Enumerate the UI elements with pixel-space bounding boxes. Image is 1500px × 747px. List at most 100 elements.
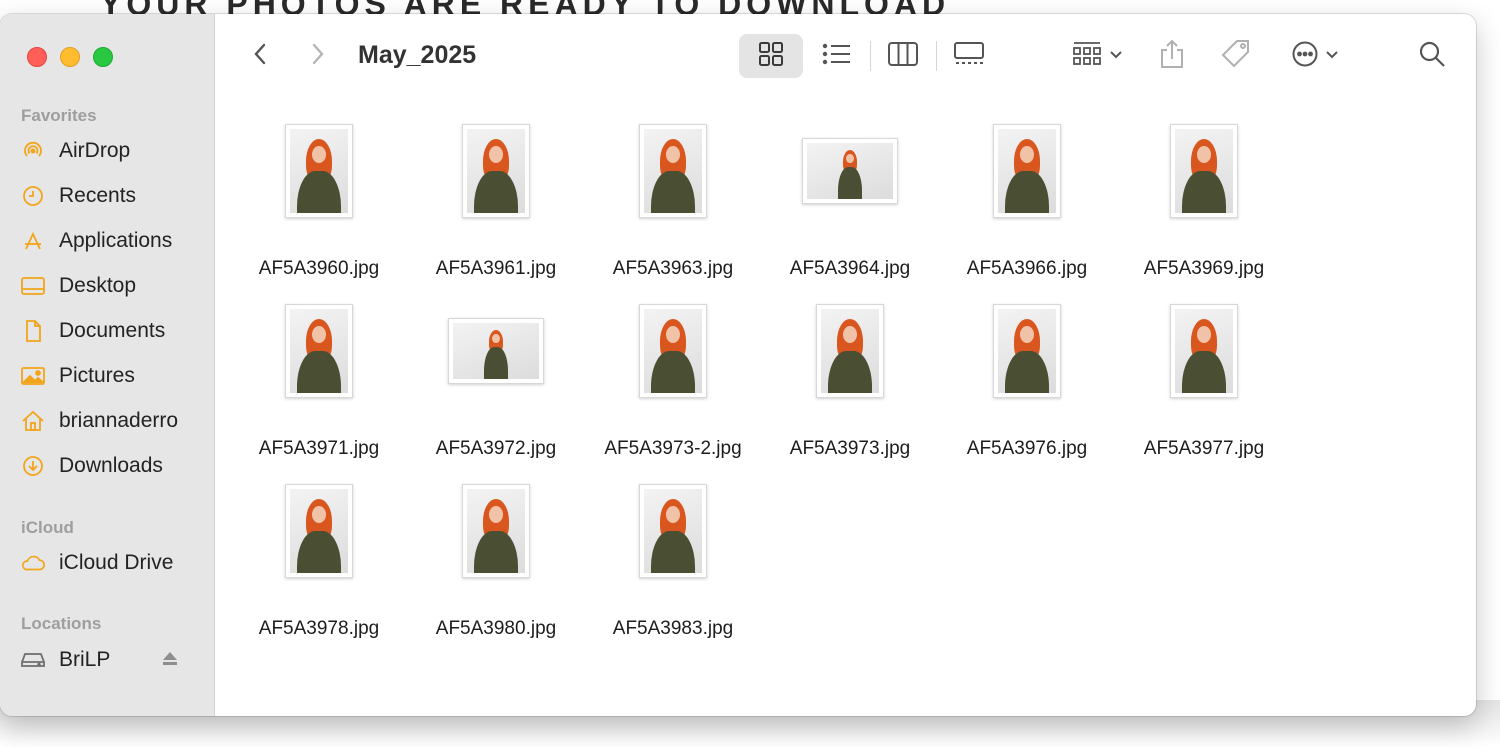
toolbar: May_2025: [216, 14, 1476, 98]
sidebar-item-applications[interactable]: Applications: [20, 225, 206, 257]
file-item[interactable]: AF5A3973-2.jpg: [585, 304, 761, 464]
chevron-down-icon: [1325, 47, 1339, 65]
thumbnail-area: [762, 124, 938, 248]
share-button[interactable]: [1152, 34, 1192, 78]
sidebar-item-home[interactable]: briannaderro: [20, 405, 206, 437]
photo-subject-face: [1020, 326, 1034, 344]
folder-title: May_2025: [358, 41, 477, 69]
eject-icon[interactable]: [160, 650, 180, 673]
thumbnail-area: [585, 124, 761, 248]
file-item[interactable]: AF5A3964.jpg: [762, 124, 938, 284]
photo-preview: [290, 129, 348, 213]
sidebar-item-recents[interactable]: Recents: [20, 180, 206, 212]
pictures-icon: [20, 363, 46, 389]
file-thumbnail: [1170, 304, 1238, 398]
file-thumbnail: [285, 304, 353, 398]
file-name: AF5A3976.jpg: [966, 438, 1088, 459]
file-thumbnail: [285, 484, 353, 578]
minimize-button[interactable]: [60, 47, 80, 67]
file-item[interactable]: AF5A3963.jpg: [585, 124, 761, 284]
thumbnail-area: [231, 304, 407, 428]
tag-button[interactable]: [1216, 34, 1256, 78]
photo-subject-body: [297, 351, 341, 393]
file-thumbnail: [802, 138, 898, 204]
photo-preview: [290, 309, 348, 393]
more-actions-button[interactable]: [1284, 34, 1346, 78]
file-item[interactable]: AF5A3977.jpg: [1116, 304, 1292, 464]
tag-icon: [1220, 38, 1252, 75]
list-view-button[interactable]: [816, 34, 858, 78]
sidebar-item-label: Downloads: [59, 454, 163, 477]
file-item[interactable]: AF5A3983.jpg: [585, 484, 761, 644]
photo-subject-face: [666, 326, 680, 344]
locations-section-title: Locations: [21, 614, 102, 633]
photo-subject-face: [489, 506, 503, 524]
photo-preview: [821, 309, 879, 393]
photo-preview: [290, 489, 348, 573]
columns-icon: [887, 41, 919, 72]
thumbnail-area: [408, 484, 584, 608]
toolbar-separator: [936, 41, 937, 71]
photo-subject-face: [492, 333, 500, 343]
photo-subject-body: [297, 171, 341, 213]
file-item[interactable]: AF5A3973.jpg: [762, 304, 938, 464]
sidebar-item-pictures[interactable]: Pictures: [20, 360, 206, 392]
sidebar-item-documents[interactable]: Documents: [20, 315, 206, 347]
close-button[interactable]: [27, 47, 47, 67]
thumbnail-area: [231, 484, 407, 608]
sidebar-item-label: Applications: [59, 229, 173, 252]
thumbnail-area: [762, 304, 938, 428]
file-name: AF5A3963.jpg: [612, 258, 734, 279]
file-name: AF5A3978.jpg: [258, 618, 380, 639]
file-item[interactable]: AF5A3980.jpg: [408, 484, 584, 644]
chevron-left-icon: [253, 42, 267, 71]
thumbnail-area: [939, 124, 1115, 248]
file-item[interactable]: AF5A3960.jpg: [231, 124, 407, 284]
sidebar-item-airdrop[interactable]: AirDrop: [20, 135, 206, 167]
file-name: AF5A3961.jpg: [435, 258, 557, 279]
sidebar-item-downloads[interactable]: Downloads: [20, 450, 206, 482]
search-button[interactable]: [1412, 34, 1452, 78]
photo-subject-body: [297, 531, 341, 573]
chevron-right-icon: [311, 42, 325, 71]
group-grid-icon: [1071, 40, 1103, 73]
file-item[interactable]: AF5A3969.jpg: [1116, 124, 1292, 284]
chevron-down-icon: [1109, 47, 1123, 65]
photo-preview: [1175, 129, 1233, 213]
ellipsis-circle-icon: [1291, 40, 1319, 73]
thumbnail-area: [939, 304, 1115, 428]
sidebar-item-label: Desktop: [59, 274, 137, 297]
photo-preview: [807, 143, 893, 199]
photo-subject-body: [651, 531, 695, 573]
photo-subject-face: [1197, 146, 1211, 164]
zoom-button[interactable]: [93, 47, 113, 67]
file-item[interactable]: AF5A3971.jpg: [231, 304, 407, 464]
icloud-section-title: iCloud: [21, 518, 74, 537]
gallery-view-button[interactable]: [948, 34, 990, 78]
sidebar-item-label: iCloud Drive: [59, 551, 174, 574]
photo-subject-face: [312, 506, 326, 524]
file-grid: AF5A3960.jpg AF5A3961.jpg AF5A3963.jpg AF5A…: [216, 98, 1476, 716]
photo-subject-face: [666, 146, 680, 164]
file-item[interactable]: AF5A3976.jpg: [939, 304, 1115, 464]
group-by-button[interactable]: [1064, 34, 1130, 78]
sidebar-item-label: briannaderro: [59, 409, 179, 432]
photo-subject-face: [1020, 146, 1034, 164]
back-button[interactable]: [244, 40, 276, 72]
file-item[interactable]: AF5A3972.jpg: [408, 304, 584, 464]
sidebar-item-desktop[interactable]: Desktop: [20, 270, 206, 302]
document-icon: [20, 318, 46, 344]
photo-subject-face: [666, 506, 680, 524]
thumbnail-area: [408, 124, 584, 248]
file-item[interactable]: AF5A3966.jpg: [939, 124, 1115, 284]
file-name: AF5A3972.jpg: [435, 438, 557, 459]
file-item[interactable]: AF5A3961.jpg: [408, 124, 584, 284]
icon-view-button[interactable]: [739, 34, 803, 78]
sidebar-item-icloud-drive[interactable]: iCloud Drive: [20, 547, 206, 579]
thumbnail-area: [231, 124, 407, 248]
forward-button[interactable]: [302, 40, 334, 72]
column-view-button[interactable]: [882, 34, 924, 78]
file-thumbnail: [462, 124, 530, 218]
file-thumbnail: [993, 124, 1061, 218]
file-item[interactable]: AF5A3978.jpg: [231, 484, 407, 644]
